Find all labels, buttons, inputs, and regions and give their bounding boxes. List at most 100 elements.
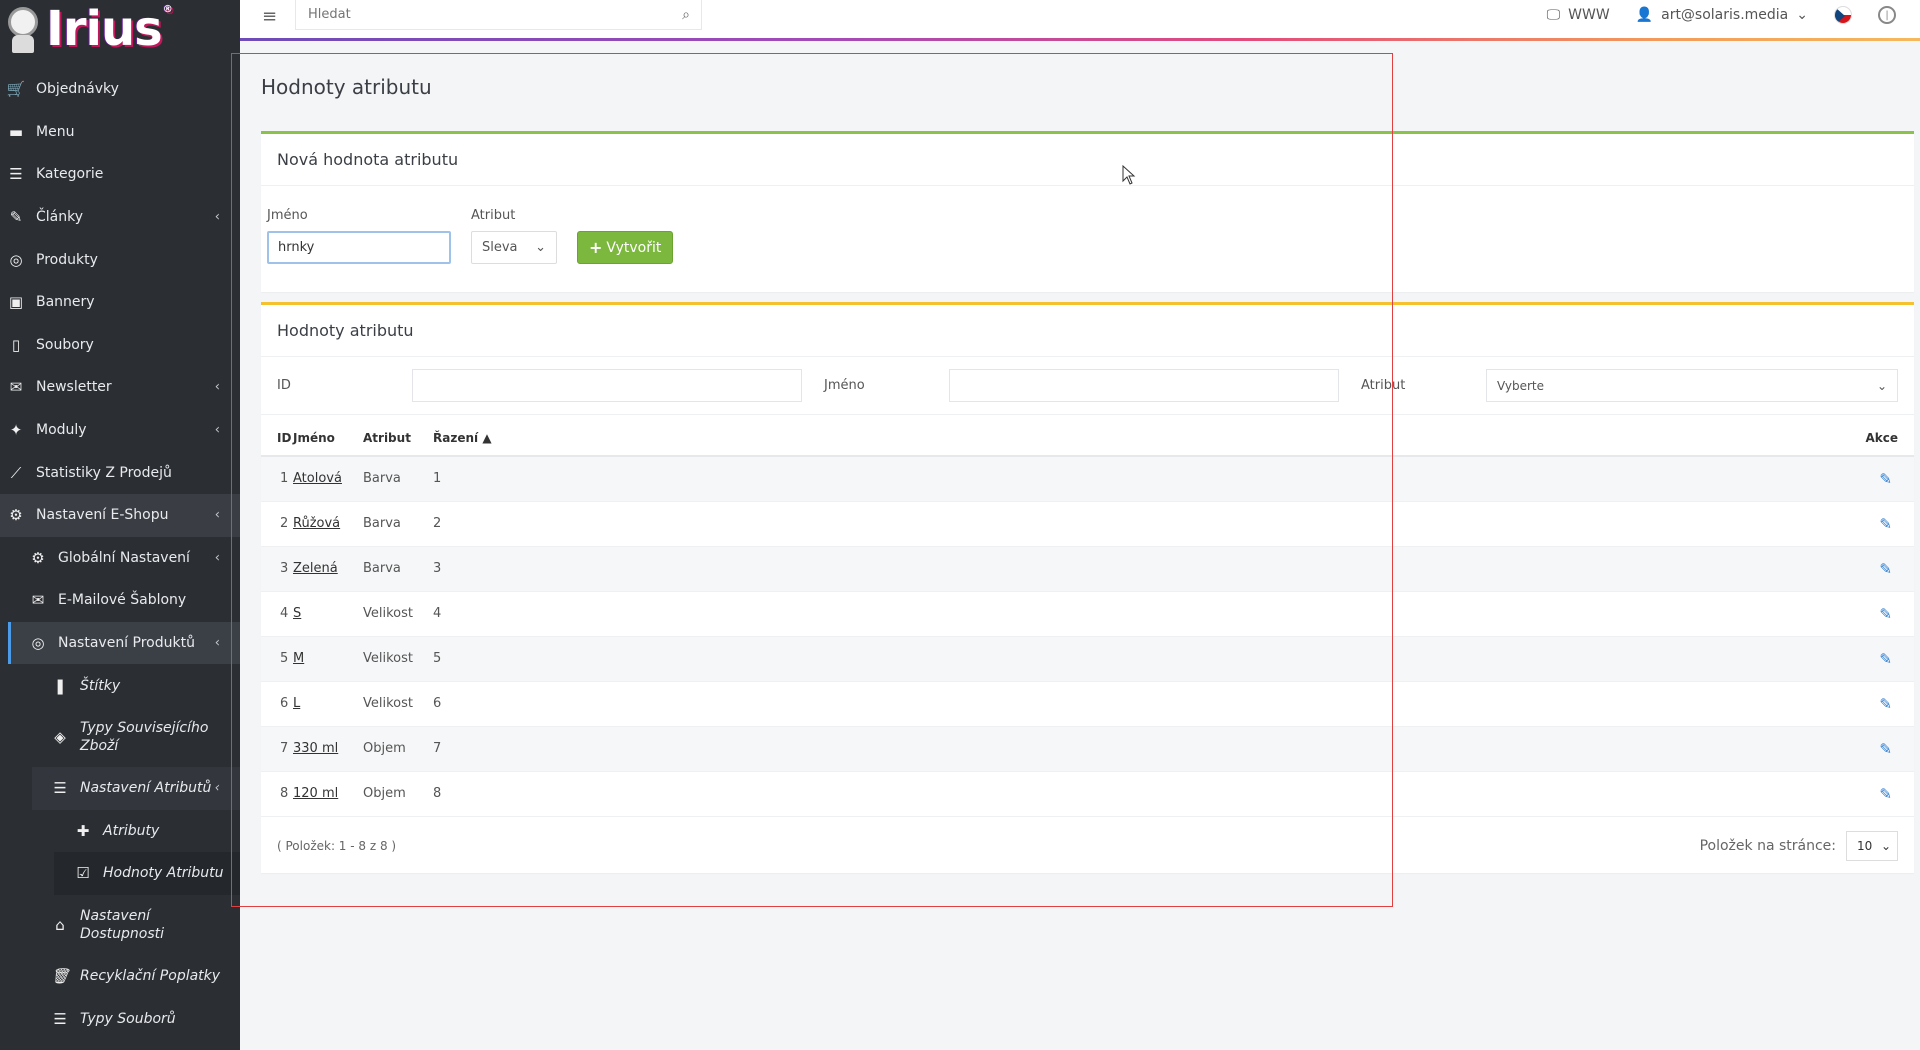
edit-icon[interactable]: ✎ [1242, 771, 1914, 817]
sidebar-item-bannery[interactable]: ▣ Bannery [0, 281, 240, 324]
sidebar-item-newsletter[interactable]: ✉ Newsletter ‹ [0, 366, 240, 409]
sidebar-item-hodnoty-atributu[interactable]: ☑ Hodnoty Atributu [54, 852, 240, 895]
cell-id: 1 [261, 456, 293, 502]
chevron-left-icon: ‹ [214, 780, 220, 796]
edit-icon[interactable]: ✎ [1242, 456, 1914, 502]
logo-text: Irius® [46, 1, 173, 57]
top-right-menu: 🖵 WWW 👤 art@solaris.media ⌄ | [1547, 0, 1896, 30]
cell-order: 6 [433, 681, 1243, 727]
sidebar-item-label: Štítky [80, 677, 121, 694]
search-icon[interactable]: ⌕ [671, 7, 701, 23]
filter-name-input[interactable] [949, 369, 1339, 402]
table-row: 1 Atolová Barva 1 ✎ [261, 456, 1914, 502]
edit-icon[interactable]: ✎ [1242, 501, 1914, 547]
create-form: Jméno Atribut Sleva ⌄ +Vytvořit [261, 186, 1914, 292]
col-name[interactable]: Jméno [293, 415, 363, 457]
sidebar-item-atributy[interactable]: ✚ Atributy [0, 810, 240, 853]
sidebar-item-label: Nastavení Dostupnosti [80, 907, 164, 942]
chevron-down-icon: ⌄ [1876, 378, 1887, 393]
sidebar-item-recyklacni-poplatky[interactable]: 🗑 Recyklační Poplatky [0, 955, 240, 998]
cell-attr: Barva [363, 546, 433, 592]
sidebar-item-stitky[interactable]: ❚ Štítky [0, 664, 240, 707]
sidebar-item-typy-souvisejiciho-zbozi[interactable]: ◈ Typy Souvisejícího Zboží [0, 707, 240, 767]
sidebar-item-label: Typy Souborů [80, 1010, 176, 1027]
value-link[interactable]: 120 ml [293, 786, 338, 801]
image-icon: ▣ [8, 293, 24, 312]
value-link[interactable]: Atolová [293, 471, 342, 486]
sidebar-item-produkty[interactable]: ◎ Produkty [0, 238, 240, 281]
hamburger-menu-icon[interactable]: ≡ [262, 6, 277, 27]
value-link[interactable]: Zelená [293, 561, 338, 576]
col-order-label: Řazení [433, 431, 479, 445]
sidebar-item-label: Moduly [36, 422, 87, 439]
plus-icon: ✚ [76, 821, 90, 840]
create-button[interactable]: + Vytvořit [577, 231, 674, 264]
value-link[interactable]: L [293, 696, 300, 711]
chevron-down-icon: ⌄ [535, 240, 546, 255]
czech-flag-icon[interactable] [1834, 6, 1852, 24]
sidebar-item-emailove-sablony[interactable]: ✉ E-Mailové Šablony [0, 579, 240, 622]
value-link[interactable]: 330 ml [293, 741, 338, 756]
user-menu[interactable]: 👤 art@solaris.media ⌄ [1636, 7, 1808, 23]
value-link[interactable]: Růžová [293, 516, 340, 531]
www-link[interactable]: 🖵 WWW [1547, 7, 1610, 23]
pencil-icon: ✎ [9, 208, 23, 227]
www-label: WWW [1568, 7, 1610, 23]
sidebar-item-label: Atributy [103, 822, 160, 839]
search-box: ⌕ [295, 0, 702, 30]
checkbox-icon: ☑ [76, 864, 90, 883]
filter-id-input[interactable] [412, 369, 802, 402]
col-attr[interactable]: Atribut [363, 415, 433, 457]
col-id[interactable]: ID [261, 415, 293, 457]
sidebar-item-objednavky[interactable]: 🛒 Objednávky [0, 68, 240, 111]
sidebar-item-kategorie[interactable]: ☰ Kategorie [0, 153, 240, 196]
user-icon: 👤 [1635, 7, 1654, 23]
edit-icon[interactable]: ✎ [1242, 726, 1914, 772]
sort-up-icon: ▲ [482, 431, 492, 445]
plus-icon: + [589, 238, 603, 257]
value-link[interactable]: M [293, 651, 304, 666]
attribute-field: Atribut Sleva ⌄ [471, 208, 557, 264]
create-card-heading: Nová hodnota atributu [261, 134, 1914, 186]
sidebar-item-clanky[interactable]: ✎ Články ‹ [0, 196, 240, 239]
cell-name: 120 ml [293, 771, 363, 817]
edit-icon[interactable]: ✎ [1242, 636, 1914, 682]
search-input[interactable] [296, 0, 671, 29]
sidebar-item-label: Nastavení E-Shopu [36, 507, 169, 524]
sidebar-item-statistiky[interactable]: ⟋ Statistiky Z Prodejů [0, 451, 240, 494]
edit-icon[interactable]: ✎ [1242, 591, 1914, 637]
edit-icon[interactable]: ✎ [1242, 681, 1914, 727]
sidebar-item-nastaveni-eshopu[interactable]: ⚙ Nastavení E-Shopu ‹ [0, 493, 240, 537]
power-icon[interactable]: | [1878, 6, 1896, 24]
chart-icon: ⟋ [10, 463, 22, 482]
sidebar-item-nastaveni-atributu[interactable]: ☰ Nastavení Atributů ‹ [32, 766, 240, 810]
monitor-icon: 🖵 [1546, 7, 1561, 23]
cell-order: 4 [433, 591, 1243, 637]
sidebar-item-menu[interactable]: ▬ Menu [0, 111, 240, 154]
name-input[interactable] [267, 231, 451, 264]
cell-attr: Objem [363, 771, 433, 817]
sidebar-item-globalni-nastaveni[interactable]: ⚙ Globální Nastavení ‹ [0, 537, 240, 580]
sidebar-item-moduly[interactable]: ✦ Moduly ‹ [0, 409, 240, 452]
col-order[interactable]: Řazení ▲ [433, 415, 1243, 457]
brand-logo[interactable]: Irius® [0, 0, 240, 58]
cell-order: 8 [433, 771, 1243, 817]
attribute-select[interactable]: Sleva ⌄ [471, 231, 557, 264]
cell-id: 8 [261, 771, 293, 817]
envelope-icon: ✉ [31, 591, 45, 610]
cell-id: 6 [261, 681, 293, 727]
filter-attr-select[interactable]: Vyberte ⌄ [1486, 369, 1898, 402]
sidebar-item-nastaveni-dostupnosti[interactable]: ⌂ Nastavení Dostupnosti [0, 895, 240, 955]
sidebar-item-nastaveni-produktu[interactable]: ◎ Nastavení Produktů ‹ [8, 621, 240, 665]
cell-order: 1 [433, 456, 1243, 502]
list-icon: ☰ [9, 165, 23, 184]
sidebar-item-label: Newsletter [36, 379, 112, 396]
per-page-label: Položek na stránce: [1699, 837, 1836, 854]
value-link[interactable]: S [293, 606, 301, 621]
cell-id: 4 [261, 591, 293, 637]
sidebar-item-soubory[interactable]: ▯ Soubory [0, 324, 240, 367]
name-field: Jméno [267, 208, 451, 264]
per-page-select[interactable]: 10 ⌄ [1846, 830, 1898, 861]
edit-icon[interactable]: ✎ [1242, 546, 1914, 592]
sidebar-item-typy-souboru[interactable]: ☰ Typy Souborů [0, 997, 240, 1040]
